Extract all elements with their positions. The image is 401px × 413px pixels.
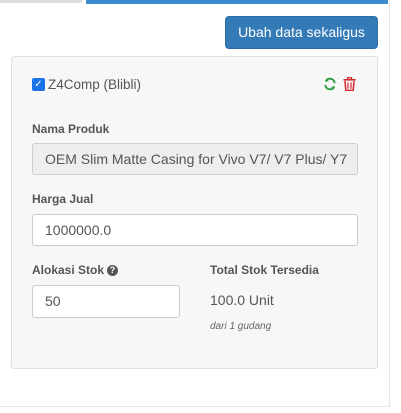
total-stock-label: Total Stok Tersedia	[210, 263, 319, 277]
stock-allocation-input[interactable]: 50	[32, 285, 180, 318]
product-name-field: OEM Slim Matte Casing for Vivo V7/ V7 Pl…	[32, 143, 358, 175]
tab-inactive[interactable]	[0, 0, 82, 3]
store-row: ✓ Z4Comp (Blibli)	[32, 77, 141, 92]
check-icon: ✓	[34, 78, 43, 90]
store-product-card: ✓ Z4Comp (Blibli) Nama Produk OEM Slim M…	[11, 56, 378, 369]
store-name: Z4Comp (Blibli)	[48, 77, 142, 92]
tab-strip	[0, 0, 401, 4]
stock-allocation-label: Alokasi Stok?	[32, 263, 119, 277]
price-label: Harga Jual	[32, 192, 94, 206]
store-checkbox[interactable]: ✓	[32, 78, 45, 91]
stock-allocation-text: Alokasi Stok	[32, 263, 105, 277]
question-circle-icon[interactable]: ?	[107, 265, 119, 276]
total-stock-warehouse-note: dari 1 gudang	[210, 321, 272, 332]
price-input[interactable]: 1000000.0	[32, 214, 358, 246]
sync-icon[interactable]	[323, 77, 337, 91]
trash-icon[interactable]	[343, 77, 356, 91]
tab-active[interactable]	[86, 0, 388, 4]
product-name-label: Nama Produk	[32, 122, 110, 136]
bulk-update-button[interactable]: Ubah data sekaligus	[225, 16, 378, 49]
total-stock-value: 100.0 Unit	[210, 292, 274, 308]
